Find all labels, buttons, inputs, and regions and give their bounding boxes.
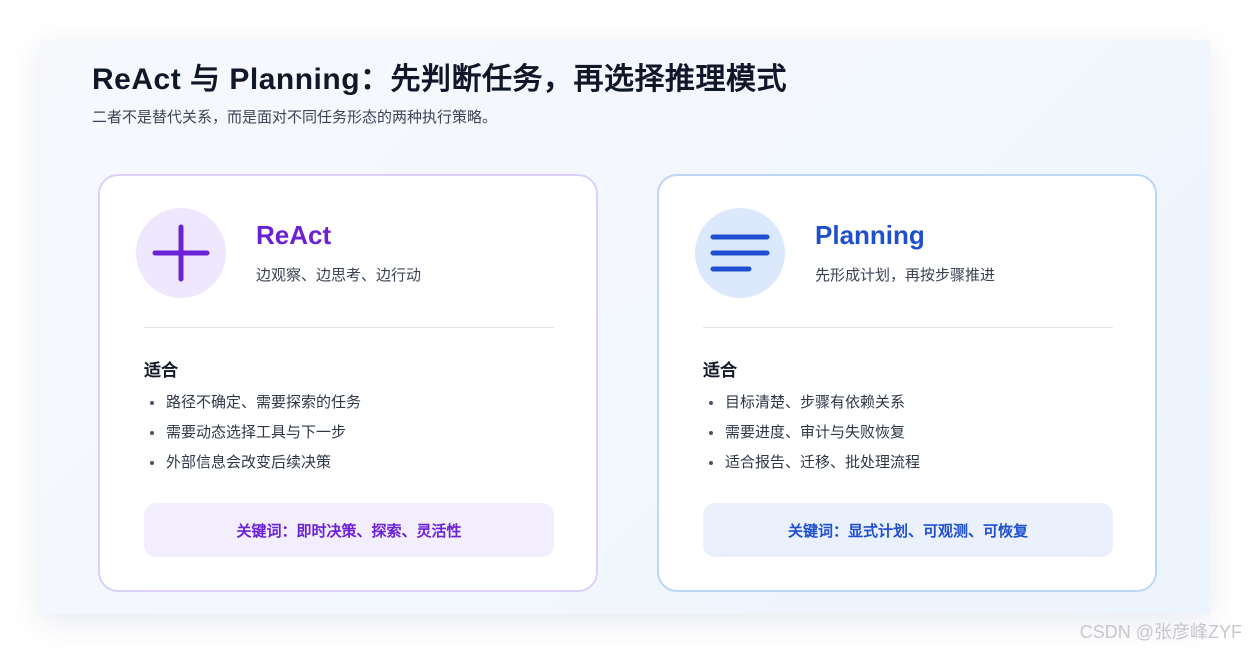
list-item-text: 路径不确定、需要探索的任务 <box>166 394 362 411</box>
list-item-text: 目标清楚、步骤有依赖关系 <box>725 394 906 411</box>
bullet-dot-icon <box>150 431 154 435</box>
watermark: CSDN @张彦峰ZYF <box>1079 622 1242 642</box>
react-icon-badge <box>136 208 226 298</box>
planning-icon-badge <box>695 208 785 298</box>
planning-card: Planning 先形成计划，再按步骤推进 适合 目标清楚、步骤有依赖关系 需要… <box>657 174 1157 592</box>
react-card: ReAct 边观察、边思考、边行动 适合 路径不确定、需要探索的任务 需要动态选… <box>98 174 598 592</box>
react-card-desc: 边观察、边思考、边行动 <box>256 267 422 284</box>
list-item: 路径不确定、需要探索的任务 <box>144 388 361 418</box>
planning-card-title: Planning <box>815 220 925 250</box>
bullet-dot-icon <box>709 461 713 465</box>
menu-lines-icon <box>710 234 770 272</box>
planning-keywords-box: 关键词：显式计划、可观测、可恢复 <box>703 503 1113 557</box>
list-item: 外部信息会改变后续决策 <box>144 448 361 478</box>
list-item-text: 需要动态选择工具与下一步 <box>166 424 347 441</box>
planning-card-desc: 先形成计划，再按步骤推进 <box>815 267 996 284</box>
list-item: 目标清楚、步骤有依赖关系 <box>703 388 920 418</box>
divider <box>703 327 1113 328</box>
list-item: 需要进度、审计与失败恢复 <box>703 418 920 448</box>
list-item-text: 外部信息会改变后续决策 <box>166 454 332 471</box>
divider <box>144 327 554 328</box>
bullet-dot-icon <box>709 431 713 435</box>
bullet-dot-icon <box>709 401 713 405</box>
list-item: 适合报告、迁移、批处理流程 <box>703 448 920 478</box>
react-bullet-list: 路径不确定、需要探索的任务 需要动态选择工具与下一步 外部信息会改变后续决策 <box>144 388 361 478</box>
bullet-dot-icon <box>150 401 154 405</box>
page-title: ReAct 与 Planning：先判断任务，再选择推理模式 <box>92 63 788 96</box>
react-card-title: ReAct <box>256 220 332 250</box>
list-item-text: 适合报告、迁移、批处理流程 <box>725 454 921 471</box>
slide: ReAct 与 Planning：先判断任务，再选择推理模式 二者不是替代关系，… <box>40 40 1210 614</box>
react-keywords-box: 关键词：即时决策、探索、灵活性 <box>144 503 554 557</box>
planning-section-label: 适合 <box>703 361 737 380</box>
react-section-label: 适合 <box>144 361 178 380</box>
bullet-dot-icon <box>150 461 154 465</box>
list-item: 需要动态选择工具与下一步 <box>144 418 361 448</box>
list-item-text: 需要进度、审计与失败恢复 <box>725 424 906 441</box>
plus-icon <box>152 224 210 282</box>
planning-bullet-list: 目标清楚、步骤有依赖关系 需要进度、审计与失败恢复 适合报告、迁移、批处理流程 <box>703 388 920 478</box>
page-subtitle: 二者不是替代关系，而是面对不同任务形态的两种执行策略。 <box>92 109 498 126</box>
